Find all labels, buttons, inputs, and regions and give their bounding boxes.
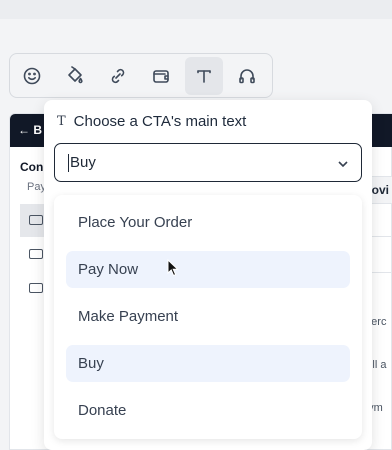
- emoji-button[interactable]: [13, 57, 51, 95]
- mouse-pointer-icon: [167, 259, 179, 277]
- wallet-button[interactable]: [142, 57, 180, 95]
- popover-title-text: Choose a CTA's main text: [73, 113, 247, 130]
- text-type-icon: T: [57, 114, 66, 129]
- select-value: Buy: [70, 154, 96, 171]
- voucher-icon: [29, 283, 43, 293]
- card-icon: [29, 215, 43, 225]
- back-button[interactable]: ← B: [10, 114, 44, 147]
- text-caret: [68, 153, 69, 172]
- cta-text-select[interactable]: Buy: [54, 143, 362, 182]
- emoji-icon: [23, 67, 41, 84]
- link-button[interactable]: [99, 57, 137, 95]
- cash-icon: [29, 249, 43, 259]
- option-make-payment[interactable]: Make Payment: [66, 298, 350, 335]
- option-place-your-order[interactable]: Place Your Order: [66, 204, 350, 241]
- option-donate[interactable]: Donate: [66, 392, 350, 429]
- editor-toolbar: [9, 53, 273, 98]
- popover-title: T Choose a CTA's main text: [57, 113, 246, 130]
- section-title: Con: [20, 160, 44, 174]
- option-pay-now[interactable]: Pay Now: [66, 251, 350, 288]
- audio-button[interactable]: [228, 57, 266, 95]
- wallet-icon: [153, 69, 169, 83]
- option-buy[interactable]: Buy: [66, 345, 350, 382]
- cta-options-menu: Place Your Order Pay Now Make Payment Bu…: [54, 195, 362, 439]
- back-label: B: [33, 123, 43, 137]
- paint-bucket-icon: [68, 65, 83, 83]
- chevron-down-icon[interactable]: [337, 157, 349, 169]
- fill-color-button[interactable]: [56, 57, 94, 95]
- headphones-icon: [239, 68, 255, 83]
- text-icon: [197, 69, 211, 83]
- top-band: [0, 0, 392, 19]
- text-button[interactable]: [185, 56, 223, 95]
- link-icon: [111, 68, 125, 83]
